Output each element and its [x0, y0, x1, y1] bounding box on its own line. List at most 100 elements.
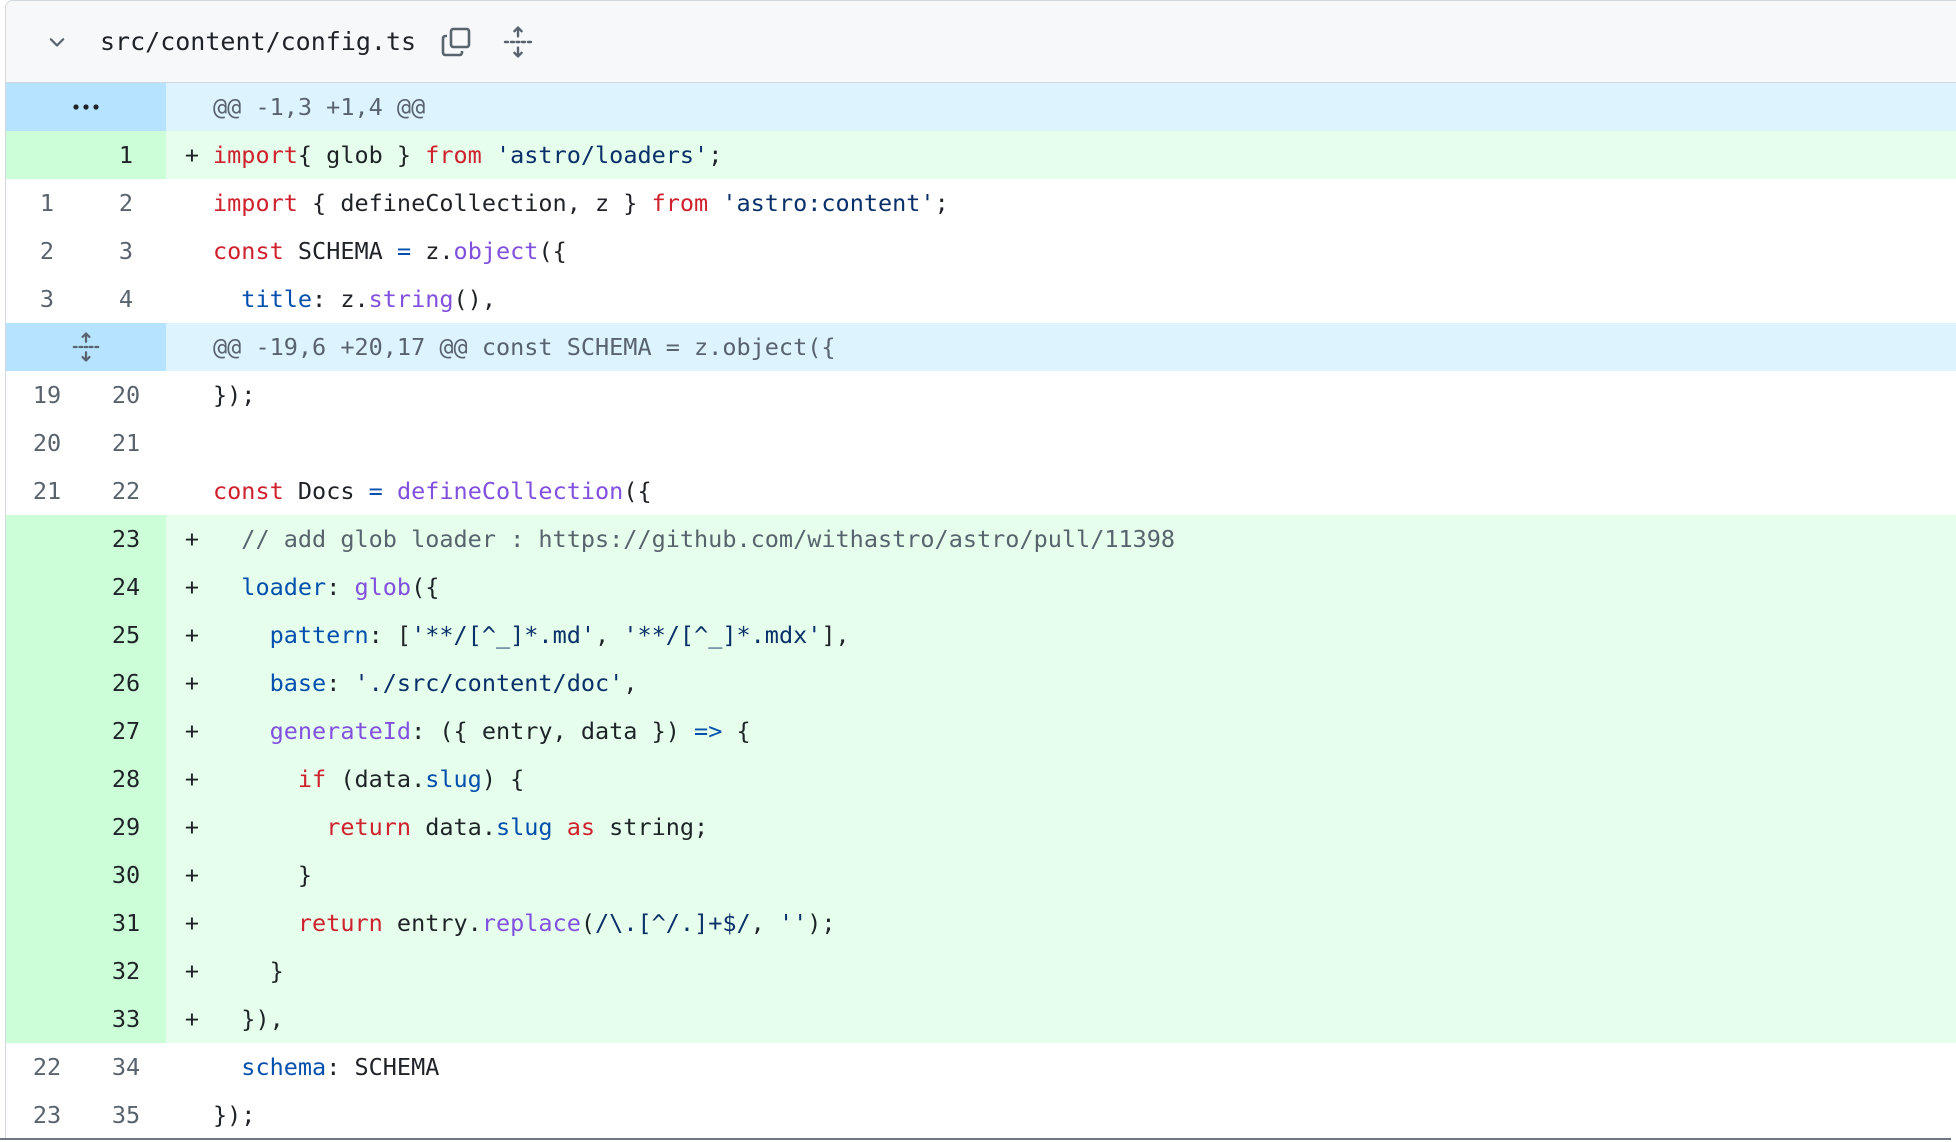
- old-line-number[interactable]: [6, 707, 86, 755]
- new-line-number[interactable]: 35: [86, 1091, 166, 1139]
- code-line: return entry.replace(/\.[^/.]+$/, '');: [213, 899, 836, 947]
- code-line: }: [213, 947, 284, 995]
- code-token: {: [722, 717, 751, 745]
- expand-hunk-button[interactable]: [6, 323, 166, 371]
- diff-body: @@ -1,3 +1,4 @@ 1 + import{ glob } from 'as…: [6, 83, 1956, 1139]
- diff-file: src/content/config.ts @@ -1,3 +1,4 @@ 1 + i…: [5, 0, 1956, 1139]
- code-token: return: [326, 813, 412, 841]
- old-line-number[interactable]: 2: [6, 227, 86, 275]
- diff-sign: [171, 1043, 213, 1091]
- code-token: '': [778, 909, 808, 937]
- context-line: 23 35});: [6, 1091, 1956, 1139]
- code-token: return: [297, 909, 383, 937]
- new-line-number[interactable]: 1: [86, 131, 166, 179]
- code-token: replace: [481, 909, 581, 937]
- new-line-number[interactable]: 20: [86, 371, 166, 419]
- code-token: from: [425, 141, 482, 169]
- code-token: // add glob loader : https://github.com/…: [213, 525, 1176, 553]
- old-line-number[interactable]: [6, 995, 86, 1043]
- code-token: 'astro:content': [722, 189, 935, 217]
- code-token: pattern: [269, 621, 369, 649]
- old-line-number[interactable]: 23: [6, 1091, 86, 1139]
- old-line-number[interactable]: [6, 899, 86, 947]
- new-line-number[interactable]: 31: [86, 899, 166, 947]
- expand-up-button[interactable]: [6, 83, 166, 131]
- code-token: (data.: [326, 765, 426, 793]
- new-line-number[interactable]: 23: [86, 515, 166, 563]
- expand-all-icon[interactable]: [500, 24, 536, 60]
- added-line: 32 + }: [6, 947, 1956, 995]
- old-line-number[interactable]: [6, 947, 86, 995]
- code-token: });: [213, 381, 256, 409]
- old-line-number[interactable]: [6, 659, 86, 707]
- code-line: import { defineCollection, z } from 'ast…: [213, 179, 949, 227]
- old-line-number[interactable]: 22: [6, 1043, 86, 1091]
- added-line: 25 + pattern: ['**/[^_]*.md', '**/[^_]*.m…: [6, 611, 1956, 659]
- new-line-number[interactable]: 24: [86, 563, 166, 611]
- code-token: ,: [595, 621, 624, 649]
- new-line-number[interactable]: 21: [86, 419, 166, 467]
- code-token: :: [326, 573, 355, 601]
- code-token: ,: [623, 669, 638, 697]
- code-token: '**/[^_]*.mdx': [623, 621, 822, 649]
- old-line-number[interactable]: [6, 851, 86, 899]
- diff-sign: +: [184, 765, 200, 793]
- diff-sign: +: [184, 621, 200, 649]
- added-line: 31 + return entry.replace(/\.[^/.]+$/, ''…: [6, 899, 1956, 947]
- new-line-number[interactable]: 29: [86, 803, 166, 851]
- code-token: as: [566, 813, 596, 841]
- old-line-number[interactable]: [6, 611, 86, 659]
- bottom-border: [0, 1138, 1951, 1140]
- new-line-number[interactable]: 32: [86, 947, 166, 995]
- context-line: 34 title: z.string(),: [6, 275, 1956, 323]
- code-line: });: [213, 371, 255, 419]
- diff-sign: +: [184, 909, 200, 937]
- old-line-number[interactable]: [6, 563, 86, 611]
- old-line-number[interactable]: [6, 755, 86, 803]
- old-line-number[interactable]: 20: [6, 419, 86, 467]
- diff-sign: [171, 467, 213, 515]
- new-line-number[interactable]: 2: [86, 179, 166, 227]
- code-token: : z.: [312, 285, 369, 313]
- code-token: base: [269, 669, 327, 697]
- code-token: from: [651, 189, 709, 217]
- old-line-number[interactable]: 19: [6, 371, 86, 419]
- code-line: base: './src/content/doc',: [213, 659, 638, 707]
- code-line: if (data.slug) {: [213, 755, 524, 803]
- code-line: import{ glob } from 'astro/loaders';: [213, 131, 722, 179]
- code-token: (),: [453, 285, 496, 313]
- old-line-number[interactable]: 21: [6, 467, 86, 515]
- copy-icon[interactable]: [438, 24, 474, 60]
- new-line-number[interactable]: 25: [86, 611, 166, 659]
- code-token: }: [213, 957, 284, 985]
- new-line-number[interactable]: 33: [86, 995, 166, 1043]
- old-line-number[interactable]: [6, 515, 86, 563]
- code-token: ({: [538, 237, 567, 265]
- old-line-number[interactable]: [6, 803, 86, 851]
- code-token: /\.[^/.]+$/: [595, 909, 751, 937]
- new-line-number[interactable]: 27: [86, 707, 166, 755]
- new-line-number[interactable]: 22: [86, 467, 166, 515]
- new-line-number[interactable]: 28: [86, 755, 166, 803]
- code-line: title: z.string(),: [213, 275, 496, 323]
- new-line-number[interactable]: 4: [86, 275, 166, 323]
- old-line-number[interactable]: 1: [6, 179, 86, 227]
- code-token: : [: [368, 621, 412, 649]
- old-line-number[interactable]: 3: [6, 275, 86, 323]
- code-token: { defineCollection, z }: [297, 189, 652, 217]
- new-line-number[interactable]: 34: [86, 1043, 166, 1091]
- new-line-number[interactable]: 30: [86, 851, 166, 899]
- added-line: 33 + }),: [6, 995, 1956, 1043]
- old-line-number[interactable]: [6, 131, 86, 179]
- chevron-down-icon[interactable]: [42, 27, 72, 57]
- new-line-number[interactable]: 26: [86, 659, 166, 707]
- new-line-number[interactable]: 3: [86, 227, 166, 275]
- code-token: './src/content/doc': [354, 669, 624, 697]
- context-line: 22 34 schema: SCHEMA: [6, 1043, 1956, 1091]
- diff-sign: [171, 179, 213, 227]
